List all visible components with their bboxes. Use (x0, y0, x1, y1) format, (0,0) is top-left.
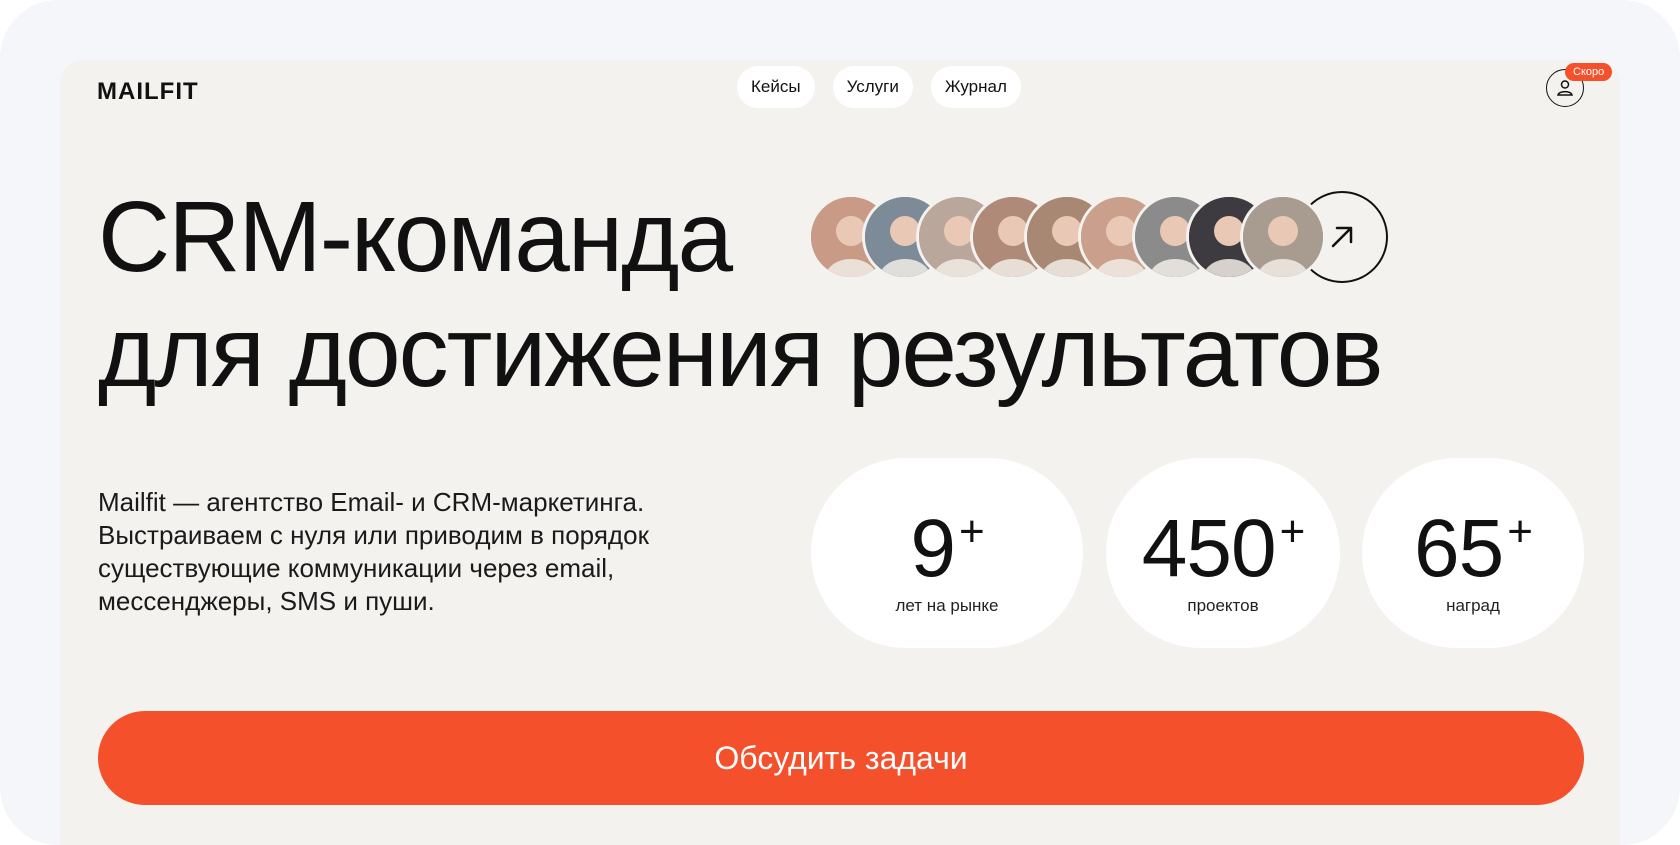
stat-label: наград (1446, 595, 1500, 615)
discuss-tasks-button[interactable]: Обсудить задачи (98, 711, 1584, 805)
soon-badge: Скоро (1565, 63, 1613, 81)
page-frame: MAILFIT Кейсы Услуги Журнал Скоро CRM-ко… (0, 0, 1680, 845)
stat-years: 9+ лет на рынке (811, 458, 1083, 648)
logo[interactable]: MAILFIT (97, 78, 199, 106)
stat-suffix: + (1507, 506, 1533, 556)
arrow-up-right-icon (1331, 226, 1353, 248)
stat-label: проектов (1187, 595, 1259, 615)
stat-suffix: + (1279, 506, 1306, 556)
nav-item-services[interactable]: Услуги (832, 66, 913, 108)
stat-label: лет на рынке (895, 595, 999, 615)
stat-value: 450 (1141, 502, 1277, 594)
agency-description: Mailfit — агентство Email- и CRM-маркети… (98, 487, 649, 616)
nav-item-journal[interactable]: Журнал (930, 66, 1021, 108)
team-member-9-avatar (1240, 194, 1326, 280)
hero-title-line-1: CRM-команда (98, 181, 733, 293)
stat-awards: 65+ наград (1362, 458, 1584, 648)
hero-title-line-2: для достижения результатов (98, 296, 1383, 408)
user-icon (1557, 80, 1573, 96)
hero-panel: MAILFIT Кейсы Услуги Журнал Скоро CRM-ко… (60, 60, 1620, 845)
stat-suffix: + (958, 506, 985, 556)
main-nav: Кейсы Услуги Журнал (737, 66, 1021, 108)
nav-item-cases[interactable]: Кейсы (737, 66, 815, 108)
stat-value: 65 (1414, 502, 1504, 594)
stat-projects: 450+ проектов (1106, 458, 1340, 648)
stat-value: 9 (910, 502, 956, 594)
